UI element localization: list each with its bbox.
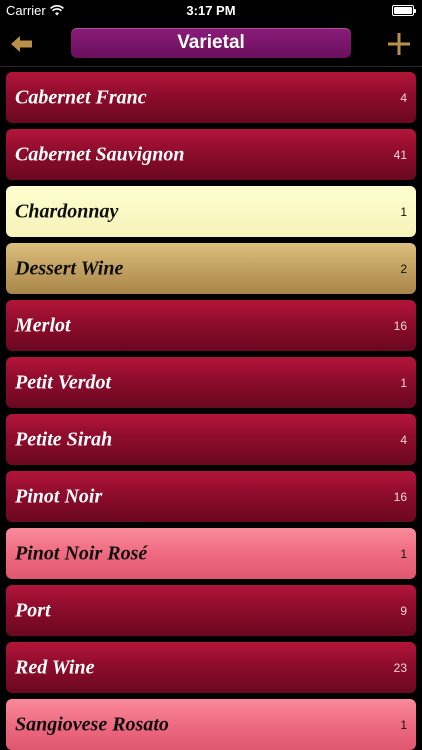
battery-icon [392, 5, 416, 16]
varietal-name: Merlot [15, 314, 71, 336]
varietal-name: Red Wine [15, 656, 95, 678]
add-button[interactable] [384, 29, 414, 59]
list-item[interactable]: Dessert Wine 2 [6, 243, 416, 294]
wine-count: 4 [400, 90, 407, 105]
wine-count: 1 [400, 717, 407, 732]
wine-count: 16 [393, 318, 407, 333]
list-item[interactable]: Merlot 16 [6, 300, 416, 351]
status-time: 3:17 PM [186, 3, 236, 18]
wine-count: 41 [393, 147, 407, 162]
wine-count: 1 [400, 546, 407, 561]
wine-count: 4 [400, 432, 407, 447]
wine-count: 9 [400, 603, 407, 618]
list-item[interactable]: Cabernet Sauvignon 41 [6, 129, 416, 180]
list-item[interactable]: Petite Sirah 4 [6, 414, 416, 465]
varietal-name: Sangiovese Rosato [15, 713, 169, 735]
list-item[interactable]: Chardonnay 1 [6, 186, 416, 237]
varietal-name: Dessert Wine [15, 257, 124, 279]
list-item[interactable]: Sangiovese Rosato 1 [6, 699, 416, 750]
list-item[interactable]: Red Wine 23 [6, 642, 416, 693]
varietal-name: Petit Verdot [15, 371, 112, 393]
list-item[interactable]: Cabernet Franc 4 [6, 72, 416, 123]
varietal-name: Chardonnay [15, 200, 119, 222]
varietal-name: Petite Sirah [15, 428, 113, 450]
varietal-name: Cabernet Sauvignon [15, 143, 185, 165]
list-item[interactable]: Pinot Noir 16 [6, 471, 416, 522]
back-arrow-icon [11, 36, 32, 52]
wine-count: 16 [393, 489, 407, 504]
plus-icon [388, 33, 410, 55]
page-title: Varietal [177, 32, 245, 53]
wine-count: 1 [400, 204, 407, 219]
navigation-bar: Varietal [0, 22, 422, 67]
page-title-bar: Varietal [71, 28, 351, 58]
wine-count: 2 [400, 261, 407, 276]
back-button[interactable] [8, 31, 36, 57]
wine-count: 1 [400, 375, 407, 390]
wine-count: 23 [393, 660, 407, 675]
list-item[interactable]: Port 9 [6, 585, 416, 636]
list-item[interactable]: Pinot Noir Rosé 1 [6, 528, 416, 579]
list-item[interactable]: Petit Verdot 1 [6, 357, 416, 408]
varietal-name: Cabernet Franc [15, 86, 147, 108]
battery-level [394, 7, 412, 14]
varietal-name: Pinot Noir [15, 485, 103, 507]
varietal-name: Pinot Noir Rosé [15, 542, 148, 564]
status-bar: Carrier 3:17 PM [0, 0, 422, 22]
varietal-name: Port [15, 599, 51, 621]
